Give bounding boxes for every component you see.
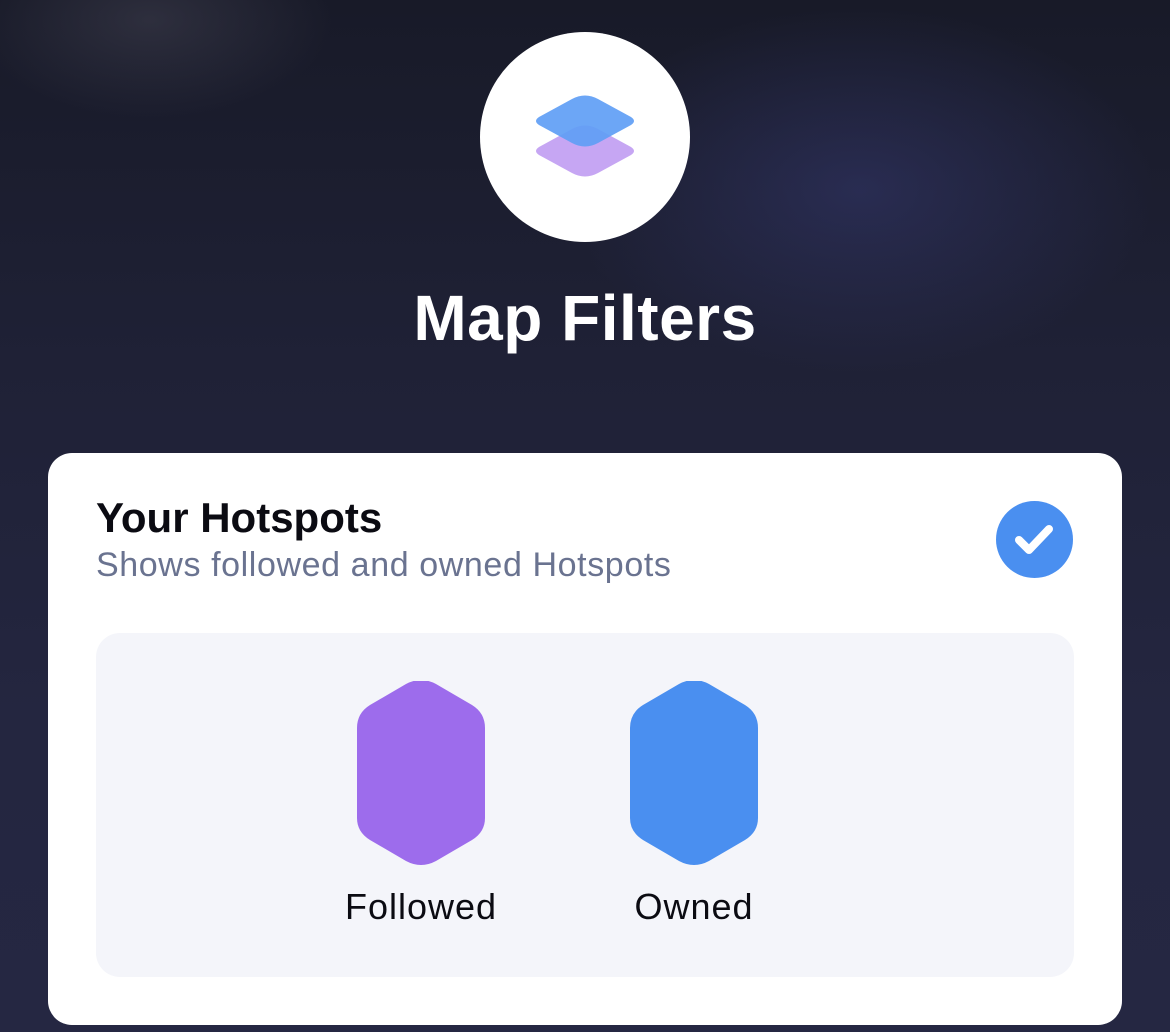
map-filters-icon-badge	[480, 32, 690, 242]
legend-label-followed: Followed	[344, 886, 498, 927]
legend-item-followed: Followed	[301, 681, 541, 941]
filter-title: Your Hotspots	[96, 494, 383, 541]
your-hotspots-checkbox[interactable]	[996, 501, 1073, 578]
hexagon-icon	[357, 681, 485, 865]
filter-subtitle: Shows followed and owned Hotspots	[96, 546, 672, 584]
page-title: Map Filters	[413, 282, 757, 354]
hexagon-icon	[630, 681, 758, 865]
legend-item-owned: Owned	[574, 681, 814, 941]
legend-label-owned: Owned	[634, 886, 754, 927]
checkmark-icon	[1015, 525, 1053, 554]
your-hotspots-filter-card[interactable]: Your Hotspots Shows followed and owned H…	[48, 453, 1122, 1025]
hotspot-legend: Followed Owned	[96, 633, 1074, 977]
layers-icon	[536, 95, 634, 177]
